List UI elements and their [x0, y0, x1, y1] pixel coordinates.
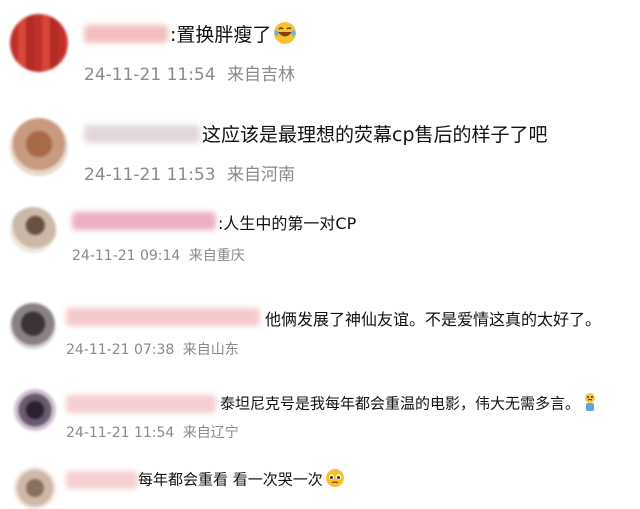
- comment-body: :置换胖瘦了: [170, 24, 272, 46]
- comment-body: 他俩发展了神仙友谊。不是爱情这真的太好了。: [265, 310, 602, 329]
- comment-time: 24-11-21 11:54: [84, 65, 216, 85]
- comment-location: 来自山东: [182, 342, 239, 358]
- comment-location: 来自河南: [226, 165, 295, 185]
- comment-body: 这应该是最理想的荧幕cp售后的样子了吧: [202, 124, 548, 146]
- comment-item: 每年都会重看 看一次哭一次: [0, 455, 640, 509]
- comment-text: :置换胖瘦了: [170, 20, 297, 50]
- comment-text: 他俩发展了神仙友谊。不是爱情这真的太好了。: [265, 306, 601, 330]
- comment-item: 泰坦尼克号是我每年都会重温的电影，伟大无需多言。 24-11-21 11:54 …: [0, 375, 640, 455]
- comment-location: 来自吉林: [226, 65, 295, 85]
- comment-item: 他俩发展了神仙友谊。不是爱情这真的太好了。 24-11-21 07:38 来自山…: [0, 285, 640, 375]
- comment-time: 24-11-21 09:14: [72, 248, 181, 264]
- username-blurred[interactable]: [72, 212, 216, 230]
- username-blurred[interactable]: [66, 471, 138, 489]
- comment-body: 每年都会重看 看一次哭一次: [138, 470, 323, 489]
- username-blurred[interactable]: [84, 125, 200, 143]
- avatar[interactable]: [10, 118, 68, 176]
- avatar[interactable]: [10, 14, 68, 72]
- username-blurred[interactable]: [66, 395, 216, 413]
- comment-item: 这应该是最理想的荧幕cp售后的样子了吧 24-11-21 11:53 来自河南: [0, 100, 640, 195]
- teary-face-icon: [325, 468, 345, 492]
- comment-item: :置换胖瘦了 24-11-21 11:54 来自吉林: [0, 0, 640, 100]
- comment-text: 泰坦尼克号是我每年都会重温的电影，伟大无需多言。: [220, 392, 598, 416]
- comment-time: 24-11-21 11:54: [66, 425, 175, 441]
- comment-text: 每年都会重看 看一次哭一次: [138, 468, 345, 492]
- username-blurred[interactable]: [66, 308, 260, 326]
- comment-meta: 24-11-21 11:54 来自辽宁: [66, 422, 239, 442]
- avatar[interactable]: [14, 467, 56, 509]
- comment-location: 来自辽宁: [182, 425, 239, 441]
- comment-text: :人生中的第一对CP: [218, 210, 356, 234]
- laughing-tears-icon: [273, 21, 297, 50]
- crying-figure-icon: [582, 392, 598, 416]
- comment-item: :人生中的第一对CP 24-11-21 09:14 来自重庆: [0, 195, 640, 285]
- comment-meta: 24-11-21 11:54 来自吉林: [84, 60, 295, 85]
- comment-body: 泰坦尼克号是我每年都会重温的电影，伟大无需多言。: [220, 394, 581, 413]
- comment-meta: 24-11-21 09:14 来自重庆: [72, 245, 245, 265]
- comment-text: 这应该是最理想的荧幕cp售后的样子了吧: [202, 120, 548, 147]
- username-blurred[interactable]: [84, 25, 168, 43]
- comment-meta: 24-11-21 11:53 来自河南: [84, 160, 295, 185]
- avatar[interactable]: [14, 389, 56, 431]
- comment-body: :人生中的第一对CP: [218, 214, 357, 233]
- comment-meta: 24-11-21 07:38 来自山东: [66, 339, 239, 359]
- comment-time: 24-11-21 11:53: [84, 165, 216, 185]
- comment-time: 24-11-21 07:38: [66, 342, 175, 358]
- comment-location: 来自重庆: [188, 248, 245, 264]
- avatar[interactable]: [10, 207, 56, 253]
- avatar[interactable]: [10, 303, 56, 349]
